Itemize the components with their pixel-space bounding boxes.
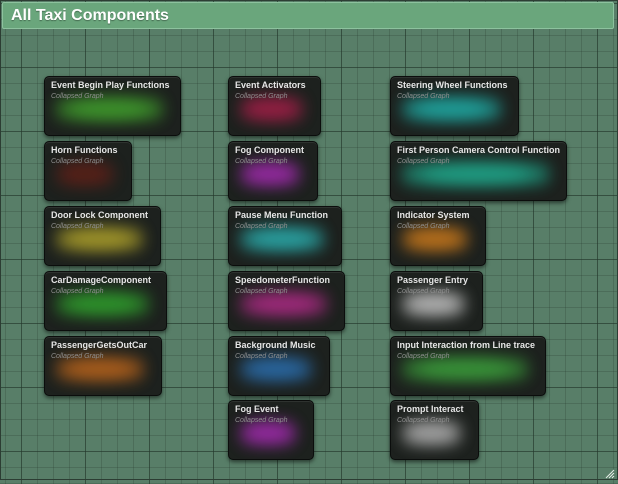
node-subtitle: Collapsed Graph xyxy=(397,353,450,360)
node-horn-functions[interactable]: Horn Functions Collapsed Graph xyxy=(44,141,132,201)
node-subtitle: Collapsed Graph xyxy=(235,288,288,295)
node-title: Fog Event xyxy=(235,404,279,414)
resize-grip-icon[interactable] xyxy=(604,466,615,479)
node-subtitle: Collapsed Graph xyxy=(51,158,104,165)
node-subtitle: Collapsed Graph xyxy=(397,158,450,165)
node-title: Event Activators xyxy=(235,80,306,90)
node-indicator-system[interactable]: Indicator System Collapsed Graph xyxy=(390,206,486,266)
node-subtitle: Collapsed Graph xyxy=(51,353,104,360)
node-title: Background Music xyxy=(235,340,316,350)
node-subtitle: Collapsed Graph xyxy=(235,223,288,230)
node-event-begin-play-functions[interactable]: Event Begin Play Functions Collapsed Gra… xyxy=(44,76,181,136)
node-subtitle: Collapsed Graph xyxy=(397,223,450,230)
node-door-lock-component[interactable]: Door Lock Component Collapsed Graph xyxy=(44,206,161,266)
node-title: Pause Menu Function xyxy=(235,210,329,220)
node-title: Event Begin Play Functions xyxy=(51,80,170,90)
node-fog-event[interactable]: Fog Event Collapsed Graph xyxy=(228,400,314,460)
node-input-interaction-from-line-trace[interactable]: Input Interaction from Line trace Collap… xyxy=(390,336,546,396)
node-steering-wheel-functions[interactable]: Steering Wheel Functions Collapsed Graph xyxy=(390,76,519,136)
node-title: Fog Component xyxy=(235,145,304,155)
node-title: Door Lock Component xyxy=(51,210,148,220)
node-title: Steering Wheel Functions xyxy=(397,80,508,90)
node-passenger-gets-out-car[interactable]: PassengerGetsOutCar Collapsed Graph xyxy=(44,336,162,396)
node-title: Prompt Interact xyxy=(397,404,464,414)
node-background-music[interactable]: Background Music Collapsed Graph xyxy=(228,336,330,396)
node-title: CarDamageComponent xyxy=(51,275,152,285)
node-title: Input Interaction from Line trace xyxy=(397,340,536,350)
node-subtitle: Collapsed Graph xyxy=(235,158,288,165)
node-speedometer-function[interactable]: SpeedometerFunction Collapsed Graph xyxy=(228,271,345,331)
node-title: SpeedometerFunction xyxy=(235,275,331,285)
node-title: Indicator System xyxy=(397,210,470,220)
node-title: Horn Functions xyxy=(51,145,118,155)
node-car-damage-component[interactable]: CarDamageComponent Collapsed Graph xyxy=(44,271,167,331)
node-title: Passenger Entry xyxy=(397,275,469,285)
node-subtitle: Collapsed Graph xyxy=(235,353,288,360)
node-passenger-entry[interactable]: Passenger Entry Collapsed Graph xyxy=(390,271,483,331)
node-subtitle: Collapsed Graph xyxy=(51,93,104,100)
node-fog-component[interactable]: Fog Component Collapsed Graph xyxy=(228,141,318,201)
node-subtitle: Collapsed Graph xyxy=(397,93,450,100)
node-subtitle: Collapsed Graph xyxy=(235,93,288,100)
node-pause-menu-function[interactable]: Pause Menu Function Collapsed Graph xyxy=(228,206,342,266)
node-event-activators[interactable]: Event Activators Collapsed Graph xyxy=(228,76,321,136)
node-subtitle: Collapsed Graph xyxy=(51,288,104,295)
comment-title[interactable]: All Taxi Components xyxy=(2,2,614,29)
node-title: First Person Camera Control Function xyxy=(397,145,561,155)
node-prompt-interact[interactable]: Prompt Interact Collapsed Graph xyxy=(390,400,479,460)
node-title: PassengerGetsOutCar xyxy=(51,340,148,350)
node-first-person-camera-control-function[interactable]: First Person Camera Control Function Col… xyxy=(390,141,567,201)
node-subtitle: Collapsed Graph xyxy=(235,417,288,424)
node-subtitle: Collapsed Graph xyxy=(397,288,450,295)
node-subtitle: Collapsed Graph xyxy=(51,223,104,230)
node-subtitle: Collapsed Graph xyxy=(397,417,450,424)
